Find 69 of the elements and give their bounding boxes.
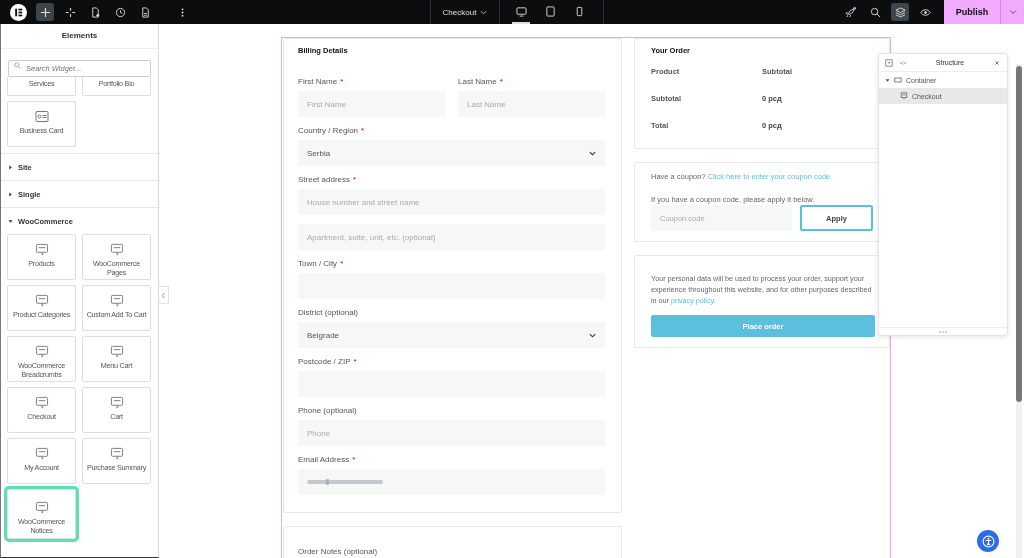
widget-icon — [109, 396, 124, 409]
caret-icon — [1008, 8, 1017, 16]
triangle-icon — [885, 77, 890, 83]
chevron-icon — [589, 331, 596, 339]
widget-icon — [34, 345, 49, 358]
input-field[interactable] — [298, 469, 605, 495]
triangle-icon — [8, 218, 13, 224]
layers-button[interactable] — [891, 3, 909, 21]
widget-icon — [109, 294, 124, 307]
field-label: Order Notes (optional) — [298, 547, 379, 557]
accessibility-button[interactable] — [977, 530, 999, 552]
triangle-icon — [8, 191, 13, 197]
resize-handle[interactable] — [879, 327, 1007, 335]
container-icon — [894, 76, 902, 84]
add-button[interactable] — [36, 3, 54, 21]
field-label: Last Name — [458, 77, 497, 87]
field-label: Country / Region — [298, 126, 359, 136]
card-icon — [34, 110, 49, 123]
required-mark: * — [352, 455, 356, 465]
widget-icon — [34, 501, 49, 514]
plus-icon — [39, 6, 51, 18]
page-dropdown[interactable]: Checkout — [430, 0, 500, 24]
select-field[interactable]: Serbia — [298, 140, 605, 166]
field-label: First Name — [298, 77, 338, 87]
document-icon — [139, 6, 151, 18]
input-field[interactable]: Phone — [298, 420, 605, 446]
history-icon — [114, 6, 126, 18]
field-label: Town / City — [298, 259, 338, 269]
input-field[interactable]: House number and street name — [298, 189, 605, 215]
select-field[interactable]: Belgrade — [298, 322, 605, 348]
widget-icon — [900, 92, 908, 100]
monitor-icon — [515, 5, 527, 17]
widget-icon — [34, 243, 49, 256]
widget-icon — [109, 345, 124, 358]
required-mark: * — [353, 357, 357, 367]
widget-icon — [34, 396, 49, 409]
field-label: Phone (optional) — [298, 406, 357, 416]
accessibility-icon — [981, 534, 995, 548]
close-icon[interactable] — [993, 58, 1001, 67]
field-label: District (optional) — [298, 308, 358, 318]
layers-icon — [894, 6, 906, 18]
widget-icon — [34, 294, 49, 307]
field-label: Email Address — [298, 455, 350, 465]
required-mark: * — [340, 77, 344, 87]
eye-icon — [919, 6, 931, 18]
page-icon — [89, 6, 101, 18]
field-label: Street address — [298, 175, 351, 185]
panel-title: Elements — [1, 24, 158, 49]
chevron-icon — [161, 291, 166, 299]
caret-icon — [480, 8, 488, 16]
widget-icon — [109, 243, 124, 256]
widget-icon — [34, 447, 49, 460]
chevron-icon — [589, 149, 596, 157]
widget-icon — [109, 447, 124, 460]
sparkle-icon — [64, 6, 76, 18]
required-mark: * — [353, 175, 357, 185]
input-field[interactable]: First Name — [298, 91, 445, 117]
tablet-icon — [544, 5, 556, 17]
triangle-icon — [8, 164, 13, 170]
required-mark: * — [499, 77, 503, 87]
required-mark: * — [361, 126, 365, 136]
scrollbar[interactable] — [1016, 64, 1022, 558]
field-label: Postcode / ZIP — [298, 357, 351, 367]
required-mark: * — [340, 259, 344, 269]
search-icon — [869, 6, 881, 18]
publish-button[interactable]: Publish — [944, 0, 1000, 24]
logo-icon[interactable] — [10, 3, 27, 21]
input-field[interactable]: Apartment, suite, unit, etc. (optional) — [298, 224, 605, 250]
input-field[interactable]: Last Name — [458, 91, 605, 117]
